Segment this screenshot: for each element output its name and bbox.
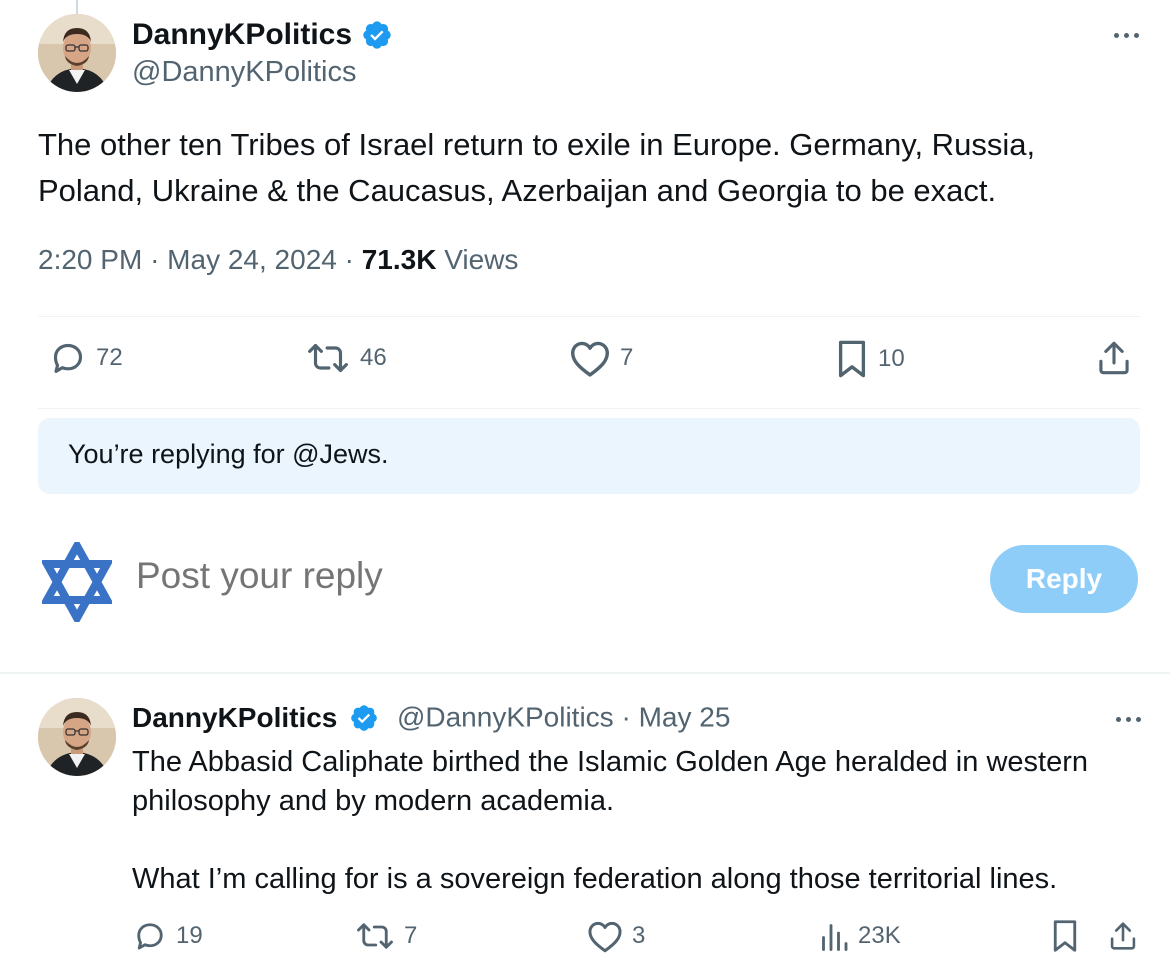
separator-dot: · [621, 701, 631, 733]
repost-button[interactable]: 7 [354, 918, 417, 954]
reply-composer-input[interactable] [136, 555, 836, 597]
author-display-name[interactable]: DannyKPolitics [132, 702, 337, 734]
tweet-date[interactable]: May 24, 2024 [167, 244, 337, 275]
like-count: 7 [620, 344, 634, 371]
reply-count: 72 [96, 344, 123, 371]
star-of-david-icon [42, 542, 112, 622]
like-button[interactable]: 3 [586, 918, 645, 954]
avatar[interactable] [38, 14, 116, 92]
reply-button[interactable]: 72 [48, 338, 123, 378]
main-tweet-header: DannyKPolitics @DannyKPolitics [38, 14, 1148, 96]
views-button[interactable]: 23K [818, 918, 901, 954]
views-count[interactable]: 71.3K [362, 244, 437, 275]
heart-icon [570, 341, 609, 377]
author-info: DannyKPolitics @DannyKPolitics [132, 18, 393, 89]
repost-icon [357, 923, 393, 949]
bookmark-button[interactable] [1050, 918, 1080, 954]
reply-action-bar: 19 7 3 23K [132, 918, 1142, 968]
verified-badge-icon[interactable] [361, 19, 393, 51]
author-handle[interactable]: @DannyKPolitics [132, 56, 393, 89]
main-action-bar: 72 46 7 10 [38, 338, 1138, 388]
heart-icon [588, 921, 622, 953]
tweet-time[interactable]: 2:20 PM [38, 244, 142, 275]
bookmark-count: 10 [878, 345, 905, 372]
divider [38, 408, 1140, 409]
reply-icon [137, 923, 163, 950]
views-icon [822, 924, 848, 951]
reply-date[interactable]: May 25 [639, 702, 731, 733]
thread-connector-line [76, 0, 78, 14]
share-button[interactable] [1108, 918, 1138, 954]
repost-button[interactable]: 46 [304, 338, 387, 378]
more-options-icon[interactable] [1106, 704, 1150, 734]
reply-submit-button[interactable]: Reply [990, 545, 1138, 613]
reply-tweet-text: The Abbasid Caliphate birthed the Islami… [132, 743, 1142, 899]
reply-paragraph: What I’m calling for is a sovereign fede… [132, 863, 1058, 895]
reply-button[interactable]: 19 [132, 918, 203, 954]
author-display-name[interactable]: DannyKPolitics [132, 18, 352, 52]
reply-tweet-header: DannyKPolitics @DannyKPolitics · May 25 [132, 700, 730, 734]
section-divider [0, 672, 1170, 674]
repost-count: 46 [360, 344, 387, 371]
repost-icon [308, 343, 348, 373]
reply-paragraph: The Abbasid Caliphate birthed the Islami… [132, 746, 1088, 817]
repost-count: 7 [404, 922, 418, 949]
verified-badge-icon[interactable] [349, 703, 379, 733]
views-count: 23K [858, 922, 901, 949]
tweet-text: The other ten Tribes of Israel return to… [38, 127, 1036, 208]
reply-count: 19 [176, 922, 203, 949]
bookmark-icon [838, 340, 866, 378]
share-icon [1110, 922, 1136, 950]
author-handle[interactable]: @DannyKPolitics [397, 702, 614, 733]
divider [38, 316, 1140, 317]
reply-icon [53, 343, 83, 373]
share-button[interactable] [1096, 338, 1132, 378]
bookmark-icon [1053, 920, 1077, 952]
bookmark-button[interactable]: 10 [834, 338, 905, 380]
tweet-meta: 2:20 PM · May 24, 2024 · 71.3K Views [38, 244, 519, 275]
replying-notice-text: You’re replying for @Jews. [68, 439, 389, 469]
views-label: Views [444, 244, 519, 275]
like-button[interactable]: 7 [568, 338, 633, 378]
replying-notice: You’re replying for @Jews. [38, 418, 1140, 494]
avatar[interactable] [38, 698, 116, 776]
more-options-icon[interactable] [1104, 20, 1148, 50]
share-icon [1099, 341, 1129, 375]
like-count: 3 [632, 922, 646, 949]
